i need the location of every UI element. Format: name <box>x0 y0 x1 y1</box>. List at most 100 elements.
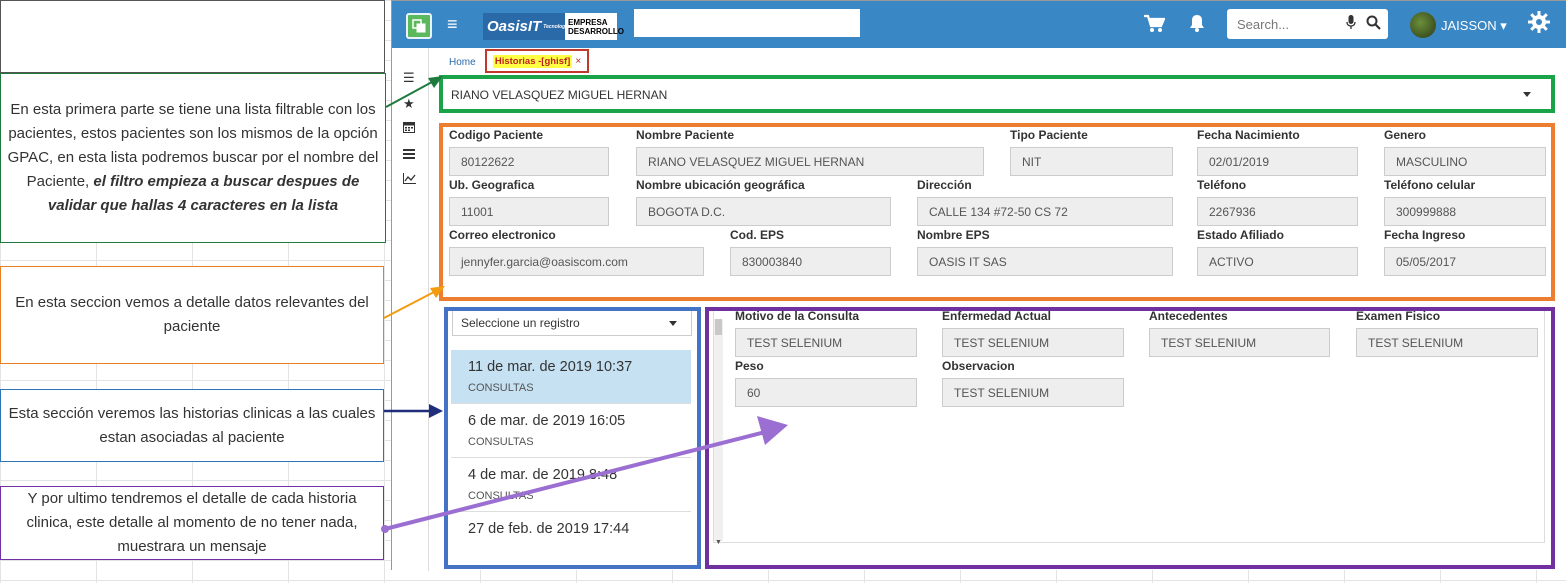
label-fecha-ingreso: Fecha Ingreso <box>1384 228 1466 242</box>
field-telefono-celular[interactable]: 300999888 <box>1384 197 1546 226</box>
caret-down-icon <box>1523 92 1531 97</box>
field-peso[interactable]: 60 <box>735 378 917 407</box>
field-telefono[interactable]: 2267936 <box>1197 197 1358 226</box>
label-direccion: Dirección <box>917 178 972 192</box>
field-motivo-consulta[interactable]: TEST SELENIUM <box>735 328 917 357</box>
history-item-type: CONSULTAS <box>468 490 534 502</box>
close-icon[interactable]: × <box>575 56 581 67</box>
bell-icon[interactable] <box>1189 14 1205 37</box>
caret-down-icon <box>669 321 677 326</box>
field-cod-eps[interactable]: 830003840 <box>730 247 891 276</box>
patient-select[interactable]: RIANO VELASQUEZ MIGUEL HERNAN <box>451 83 1541 107</box>
label-estado-afiliado: Estado Afiliado <box>1197 228 1284 242</box>
history-item[interactable]: 6 de mar. de 2019 16:05 CONSULTAS <box>451 404 691 458</box>
field-tipo-paciente[interactable]: NIT <box>1010 147 1173 176</box>
label-codigo-paciente: Codigo Paciente <box>449 128 544 142</box>
field-codigo-paciente[interactable]: 80122622 <box>449 147 609 176</box>
label-fecha-nacimiento: Fecha Nacimiento <box>1197 128 1300 142</box>
callout-history-detail: Y por ultimo tendremos el detalle de cad… <box>0 486 384 560</box>
history-item-date: 27 de feb. de 2019 17:44 <box>468 521 630 537</box>
list-icon[interactable] <box>403 147 415 162</box>
chevron-down-icon: ▾ <box>1500 18 1507 33</box>
chart-line-icon[interactable] <box>403 172 416 187</box>
windows-icon <box>412 19 426 33</box>
label-nombre-paciente: Nombre Paciente <box>636 128 735 142</box>
tab-historias-label: Historias -[ghisf] <box>492 54 573 68</box>
history-item-date: 4 de mar. de 2019 8:48 <box>468 467 618 483</box>
field-correo[interactable]: jennyfer.garcia@oasiscom.com <box>449 247 704 276</box>
label-motivo-consulta: Motivo de la Consulta <box>735 309 860 323</box>
breadcrumb-home[interactable]: Home <box>449 57 476 68</box>
user-name: JAISSON <box>1441 18 1497 33</box>
logo-brand: OasisIT Tecnología <box>483 13 569 40</box>
field-nombre-paciente[interactable]: RIANO VELASQUEZ MIGUEL HERNAN <box>636 147 984 176</box>
callout-histories-text: Esta sección veremos las historias clini… <box>8 404 376 446</box>
field-fecha-nacimiento[interactable]: 02/01/2019 <box>1197 147 1358 176</box>
callout-histories: Esta sección veremos las historias clini… <box>0 389 384 462</box>
app-window: ≡ OasisITTecnología EMPRESADESARROLLO JA… <box>391 0 1566 571</box>
patient-details-region: Codigo Paciente 80122622 Nombre Paciente… <box>439 123 1555 301</box>
microphone-icon[interactable] <box>1346 15 1356 33</box>
label-nombre-eps: Nombre EPS <box>917 228 990 242</box>
field-nombre-ubicacion[interactable]: BOGOTA D.C. <box>636 197 891 226</box>
logo-subtitle: EMPRESA DESARROLLO <box>568 17 624 36</box>
field-observacion[interactable]: TEST SELENIUM <box>942 378 1124 407</box>
blank-cell-box <box>0 0 385 73</box>
field-fecha-ingreso[interactable]: 05/05/2017 <box>1384 247 1546 276</box>
left-sidebar: ☰ ★ <box>392 48 429 571</box>
field-nombre-eps[interactable]: OASIS IT SAS <box>917 247 1173 276</box>
field-genero[interactable]: MASCULINO <box>1384 147 1546 176</box>
calendar-icon[interactable] <box>403 121 415 136</box>
label-observacion: Observacion <box>942 359 1015 373</box>
field-enfermedad-actual[interactable]: TEST SELENIUM <box>942 328 1124 357</box>
history-item-type: CONSULTAS <box>468 436 534 448</box>
callout-patient-details: En esta seccion vemos a detalle datos re… <box>0 266 384 364</box>
avatar[interactable] <box>1410 12 1436 38</box>
history-list-region: Seleccione un registro 11 de mar. de 201… <box>444 307 701 569</box>
field-direccion[interactable]: CALLE 134 #72-50 CS 72 <box>917 197 1173 226</box>
record-select[interactable]: Seleccione un registro <box>452 311 692 336</box>
patient-select-value: RIANO VELASQUEZ MIGUEL HERNAN <box>451 88 668 102</box>
label-ub-geografica: Ub. Geografica <box>449 178 535 192</box>
star-icon[interactable]: ★ <box>403 96 415 112</box>
label-correo: Correo electronico <box>449 228 556 242</box>
search-icon[interactable] <box>1366 15 1381 30</box>
scrollbar[interactable]: ▼ <box>714 319 723 546</box>
field-antecedentes[interactable]: TEST SELENIUM <box>1149 328 1330 357</box>
history-item[interactable]: 4 de mar. de 2019 8:48 CONSULTAS <box>451 458 691 512</box>
cart-icon[interactable] <box>1143 14 1166 40</box>
label-enfermedad-actual: Enfermedad Actual <box>942 309 1051 323</box>
patient-select-region: RIANO VELASQUEZ MIGUEL HERNAN <box>439 75 1555 113</box>
field-estado-afiliado[interactable]: ACTIVO <box>1197 247 1358 276</box>
history-item-date: 11 de mar. de 2019 10:37 <box>468 359 633 375</box>
field-examen-fisico[interactable]: TEST SELENIUM <box>1356 328 1538 357</box>
field-ub-geografica[interactable]: 11001 <box>449 197 609 226</box>
history-item[interactable]: 27 de feb. de 2019 17:44 <box>451 512 691 565</box>
company-logo: OasisIT Tecnología EMPRESA DESARROLLO <box>483 13 624 40</box>
search-input[interactable] <box>1237 16 1347 32</box>
label-cod-eps: Cod. EPS <box>730 228 785 242</box>
label-nombre-ubicacion: Nombre ubicación geográfica <box>636 178 805 192</box>
history-item[interactable]: 11 de mar. de 2019 10:37 CONSULTAS <box>451 350 691 404</box>
record-select-placeholder: Seleccione un registro <box>461 316 580 330</box>
label-examen-fisico: Examen Fisico <box>1356 309 1441 323</box>
label-antecedentes: Antecedentes <box>1149 309 1228 323</box>
history-detail-panel: ▼ Motivo de la Consulta TEST SELENIUM En… <box>713 309 1545 546</box>
scroll-down-icon[interactable]: ▼ <box>715 539 722 546</box>
search-bar[interactable] <box>1227 9 1388 39</box>
top-blank-input[interactable] <box>634 9 860 37</box>
scrollbar-thumb[interactable] <box>715 319 722 335</box>
label-peso: Peso <box>735 359 764 373</box>
label-telefono-celular: Teléfono celular <box>1384 178 1476 192</box>
menu-icon[interactable]: ≡ <box>447 14 458 35</box>
user-menu[interactable]: JAISSON ▾ <box>1441 18 1507 34</box>
top-navbar: ≡ OasisITTecnología EMPRESADESARROLLO JA… <box>392 1 1566 48</box>
history-detail-region: ▼ Motivo de la Consulta TEST SELENIUM En… <box>705 307 1555 569</box>
settings-gear-icon[interactable] <box>1527 10 1551 41</box>
label-telefono: Teléfono <box>1197 178 1247 192</box>
label-tipo-paciente: Tipo Paciente <box>1010 128 1088 142</box>
callout-patient-details-text: En esta seccion vemos a detalle datos re… <box>15 294 369 335</box>
app-switcher-button[interactable] <box>406 13 432 39</box>
hamburger-icon[interactable]: ☰ <box>403 70 415 86</box>
tab-historias[interactable]: Historias -[ghisf] × <box>485 49 589 73</box>
